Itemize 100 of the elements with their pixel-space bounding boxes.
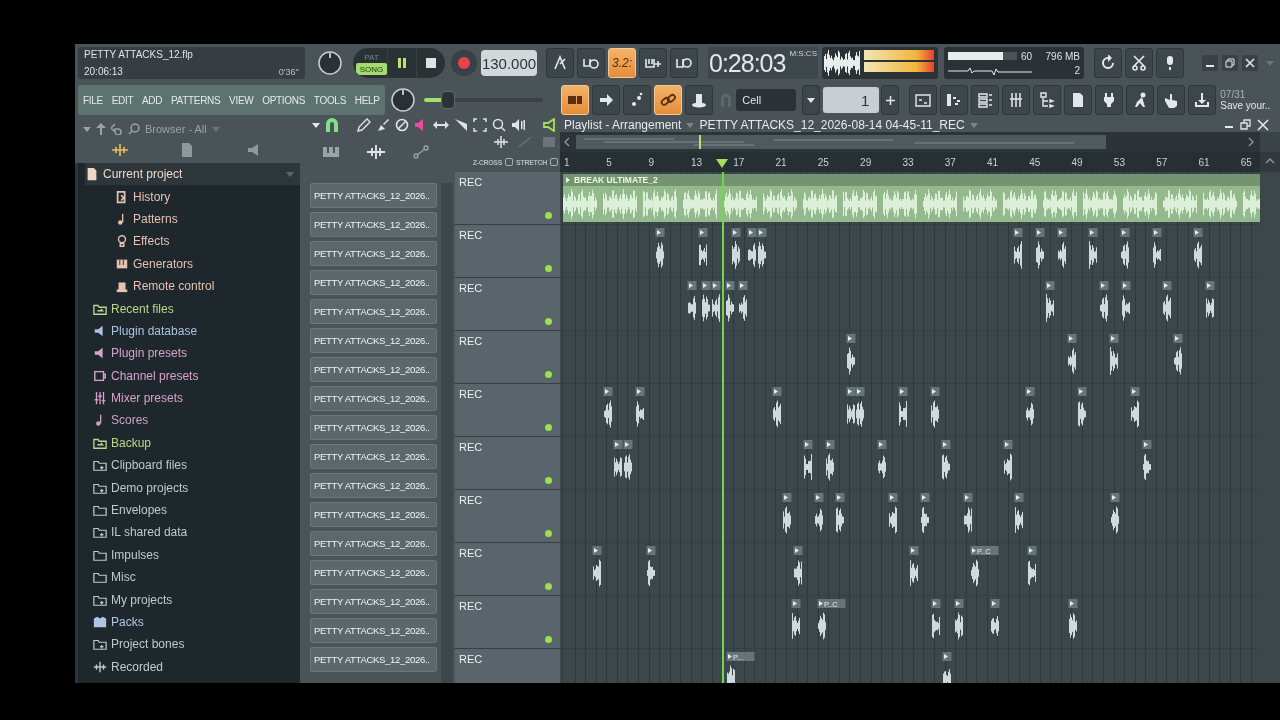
bar-number: 13 (690, 156, 702, 168)
browser-item[interactable]: Generators (93, 252, 300, 275)
browser-item[interactable]: Packs (93, 610, 300, 634)
pattern-item[interactable]: PETTY ATTACKS_12_2026.. (310, 618, 437, 643)
browser-item[interactable]: Patterns (93, 207, 300, 231)
hint-date: 07/31 (1220, 89, 1247, 100)
browser-item[interactable]: Scores (93, 409, 300, 432)
browser-item[interactable]: My projects (93, 588, 300, 611)
pattern-item[interactable]: PETTY ATTACKS_12_2026.. (310, 241, 437, 266)
bar-number: 61 (1198, 156, 1210, 168)
toolbar-button[interactable]: 3.2: (608, 48, 636, 78)
bar-number: 1 (564, 156, 570, 168)
track-name: REC (459, 653, 484, 665)
track-header[interactable]: REC (455, 278, 560, 330)
browser-item[interactable]: Effects (93, 230, 300, 253)
bar-number: 29 (860, 156, 872, 168)
browser-item[interactable]: Impulses (93, 543, 300, 567)
pattern-item[interactable]: PETTY ATTACKS_12_2026.. (310, 589, 437, 614)
browser-item[interactable]: Remote control (93, 274, 300, 298)
browser-item[interactable]: Plugin database (93, 319, 300, 343)
browser-item[interactable]: Misc (93, 566, 300, 589)
browser-item[interactable]: Project bones (93, 633, 300, 656)
menu-item[interactable]: OPTIONS (262, 94, 306, 106)
pattern-item[interactable]: PETTY ATTACKS_12_2026.. (310, 357, 437, 382)
mode-toggle[interactable]: PAT (356, 51, 387, 63)
system-clock: 20:06:13 (84, 66, 123, 77)
pattern-item[interactable]: PETTY ATTACKS_12_2026.. (310, 212, 437, 237)
track-header[interactable]: REC (455, 384, 560, 436)
browser-item[interactable]: Backup (93, 431, 300, 455)
pattern-item[interactable]: PETTY ATTACKS_12_2026.. (310, 270, 437, 295)
track-name: REC (459, 282, 484, 294)
snap-dropdown[interactable]: Cell (736, 89, 797, 111)
track-header[interactable]: REC (455, 543, 560, 595)
track-name: REC (459, 547, 484, 559)
pattern-item[interactable]: PETTY ATTACKS_12_2026.. (310, 183, 437, 208)
bar-number: 5 (606, 156, 612, 168)
track-name: REC (459, 335, 484, 347)
clip-name: BREAK ULTIMATE_2 (574, 175, 658, 185)
mode-toggle[interactable]: SONG (356, 63, 387, 75)
bar-number: 65 (1240, 156, 1252, 168)
tempo-display[interactable]: 130.000 (481, 50, 537, 76)
track-header[interactable]: REC (455, 649, 560, 683)
track-header[interactable]: REC (455, 596, 560, 648)
bar-number: 21 (775, 156, 787, 168)
hint-text: Save your.. (1220, 100, 1272, 111)
song-length: 0'36'' (278, 66, 299, 77)
browser-item[interactable]: History (93, 185, 300, 208)
menu-item[interactable]: FILE (83, 94, 103, 106)
browser-item[interactable]: Current project (85, 163, 300, 186)
bar-number: 41 (986, 156, 999, 168)
pattern-item[interactable]: PETTY ATTACKS_12_2026.. (310, 444, 437, 469)
bar-number: 45 (1029, 156, 1041, 168)
track-header[interactable]: REC (455, 225, 560, 277)
arrangement-name: PETTY ATTACKS_12_2026-08-14 04-45-11_REC (699, 118, 965, 132)
pattern-item[interactable]: PETTY ATTACKS_12_2026.. (310, 473, 437, 498)
menu-item[interactable]: EDIT (111, 94, 134, 106)
browser-item[interactable]: IL shared data (93, 521, 300, 544)
track-header[interactable]: REC (455, 331, 560, 383)
track-name: REC (459, 176, 484, 188)
pattern-item[interactable]: PETTY ATTACKS_12_2026.. (310, 502, 437, 527)
browser-item[interactable]: Plugin presets (93, 342, 300, 365)
browser-item[interactable]: Channel presets (93, 364, 300, 387)
track-name: REC (459, 494, 484, 506)
pattern-item[interactable]: PETTY ATTACKS_12_2026.. (310, 299, 437, 324)
pattern-item[interactable]: PETTY ATTACKS_12_2026.. (310, 328, 437, 353)
menu-item[interactable]: VIEW (229, 94, 254, 106)
track-name: REC (459, 229, 484, 241)
cpu-reading: 60 (1020, 50, 1032, 62)
browser-item[interactable]: Clipboard files (93, 454, 300, 477)
pattern-item[interactable]: PETTY ATTACKS_12_2026.. (310, 560, 437, 585)
browser-item[interactable]: Envelopes (93, 498, 300, 522)
track-header[interactable]: REC (455, 172, 560, 224)
menu-item[interactable]: TOOLS (313, 94, 346, 106)
pattern-number-field[interactable]: 1 (823, 87, 880, 113)
bar-number: 53 (1113, 156, 1125, 168)
track-name: REC (459, 600, 484, 612)
menu-item[interactable]: ADD (141, 94, 163, 106)
menu-item[interactable]: PATTERNS (170, 94, 221, 106)
polyphony-reading: 2 (1074, 64, 1080, 76)
browser-item[interactable]: Recorded (93, 655, 300, 678)
menu-item[interactable]: HELP (354, 94, 380, 106)
pattern-item[interactable]: PETTY ATTACKS_12_2026.. (310, 647, 437, 672)
bar-number: 25 (817, 156, 829, 168)
pattern-item[interactable]: PETTY ATTACKS_12_2026.. (310, 386, 437, 411)
browser-item[interactable]: Mixer presets (93, 386, 300, 410)
bar-number: 37 (944, 156, 956, 168)
track-name: REC (459, 388, 484, 400)
bar-number: 49 (1071, 156, 1083, 168)
track-header[interactable]: REC (455, 437, 560, 489)
pattern-item[interactable]: PETTY ATTACKS_12_2026.. (310, 531, 437, 556)
bar-number: 9 (648, 156, 655, 168)
memory-reading: 796 MB (1045, 50, 1080, 62)
browser-item[interactable]: Demo projects (93, 476, 300, 499)
window-title: Playlist - Arrangement (564, 118, 682, 132)
browser-title: Browser - All (145, 123, 207, 135)
pattern-item[interactable]: PETTY ATTACKS_12_2026.. (310, 415, 437, 440)
track-header[interactable]: REC (455, 490, 560, 542)
browser-item[interactable]: Recent files (93, 297, 300, 320)
bar-number: 17 (733, 156, 745, 168)
project-file-name: PETTY ATTACKS_12.flp (84, 49, 193, 60)
